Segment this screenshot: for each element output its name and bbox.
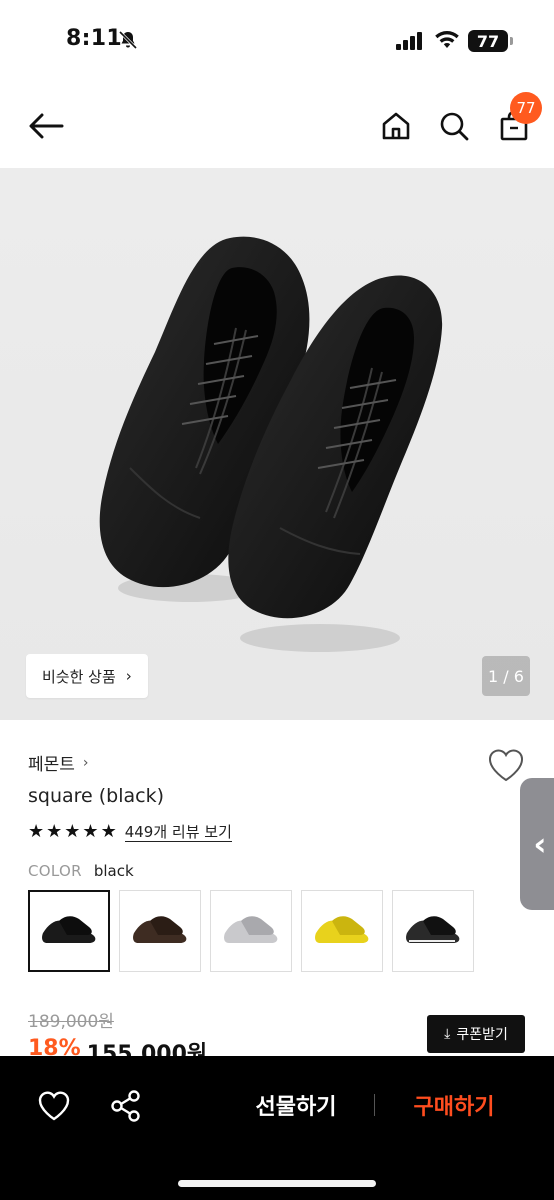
color-row: COLOR black bbox=[28, 862, 134, 880]
shoe-thumbnail-black bbox=[42, 916, 96, 943]
product-photo bbox=[99, 236, 443, 652]
color-swatches bbox=[28, 890, 474, 972]
shoe-thumbnail-brown bbox=[133, 916, 187, 943]
home-icon bbox=[382, 112, 410, 140]
cart-count-badge: 77 bbox=[510, 92, 542, 124]
heart-icon bbox=[38, 1091, 70, 1121]
cellular-signal-icon bbox=[396, 32, 422, 50]
product-image-gallery[interactable]: 비슷한 상품 › 1 / 6 bbox=[0, 168, 554, 720]
sale-price: 155,000원 bbox=[86, 1042, 208, 1056]
star-icon: ★ bbox=[46, 821, 63, 842]
bottom-wishlist-button[interactable] bbox=[36, 1088, 72, 1124]
back-button[interactable] bbox=[24, 104, 68, 148]
app-header bbox=[0, 84, 554, 168]
star-icon: ★ bbox=[64, 821, 81, 842]
rating-stars: ★ ★ ★ ★ ★ bbox=[28, 822, 117, 842]
chevron-right-icon: › bbox=[125, 667, 132, 685]
rating-row: ★ ★ ★ ★ ★ 449개 리뷰 보기 bbox=[28, 822, 232, 842]
share-icon bbox=[111, 1090, 140, 1122]
similar-products-button[interactable]: 비슷한 상품 › bbox=[26, 654, 148, 698]
heart-icon bbox=[489, 749, 523, 782]
color-value: black bbox=[93, 862, 134, 880]
review-link[interactable]: 449개 리뷰 보기 bbox=[124, 823, 232, 842]
wishlist-button[interactable] bbox=[486, 746, 526, 786]
product-name: square (black) bbox=[28, 785, 165, 807]
coupon-button[interactable]: ⤓ 쿠폰받기 bbox=[427, 1015, 525, 1053]
share-button[interactable] bbox=[108, 1088, 144, 1124]
shoe-thumbnail-silver bbox=[224, 916, 278, 943]
swatch-yellow[interactable] bbox=[301, 890, 383, 972]
swatch-black-white[interactable] bbox=[392, 890, 474, 972]
battery-icon: 77 bbox=[468, 30, 513, 52]
shoe-thumbnail-yellow bbox=[315, 916, 369, 943]
home-button[interactable] bbox=[374, 104, 418, 148]
image-counter: 1 / 6 bbox=[482, 656, 530, 696]
chevron-left-icon: ‹ bbox=[533, 825, 547, 863]
chevron-right-icon: › bbox=[82, 754, 89, 771]
swatch-black[interactable] bbox=[28, 890, 110, 972]
coupon-label: 쿠폰받기 bbox=[456, 1027, 508, 1043]
wifi-icon bbox=[435, 31, 459, 48]
bell-slash-icon bbox=[118, 30, 138, 50]
status-bar: 8:11 77 bbox=[0, 0, 554, 84]
price-row: 18% 155,000원 bbox=[28, 1036, 207, 1056]
home-indicator[interactable] bbox=[178, 1180, 376, 1187]
color-label: COLOR bbox=[28, 862, 82, 880]
star-icon: ★ bbox=[82, 821, 99, 842]
brand-link[interactable]: 페몬트 › bbox=[28, 750, 89, 776]
status-time: 8:11 bbox=[66, 26, 122, 51]
search-button[interactable] bbox=[432, 104, 476, 148]
buy-button[interactable]: 구매하기 bbox=[386, 1084, 522, 1126]
arrow-left-icon bbox=[29, 113, 64, 139]
download-icon: ⤓ bbox=[444, 1026, 451, 1042]
discount-rate: 18% bbox=[28, 1036, 81, 1056]
gift-button[interactable]: 선물하기 bbox=[226, 1084, 366, 1126]
divider bbox=[374, 1094, 375, 1116]
bottom-action-bar: 선물하기 구매하기 bbox=[0, 1056, 554, 1200]
shoe-thumbnail-black-white bbox=[406, 916, 460, 943]
search-icon bbox=[440, 112, 469, 141]
similar-products-label: 비슷한 상품 bbox=[42, 667, 116, 686]
side-drawer-handle[interactable]: ‹ bbox=[520, 778, 554, 910]
original-price: 189,000원 bbox=[28, 1012, 114, 1032]
brand-name: 페몬트 bbox=[28, 755, 75, 775]
star-icon: ★ bbox=[28, 821, 45, 842]
swatch-brown[interactable] bbox=[119, 890, 201, 972]
swatch-silver[interactable] bbox=[210, 890, 292, 972]
star-icon: ★ bbox=[100, 821, 117, 842]
